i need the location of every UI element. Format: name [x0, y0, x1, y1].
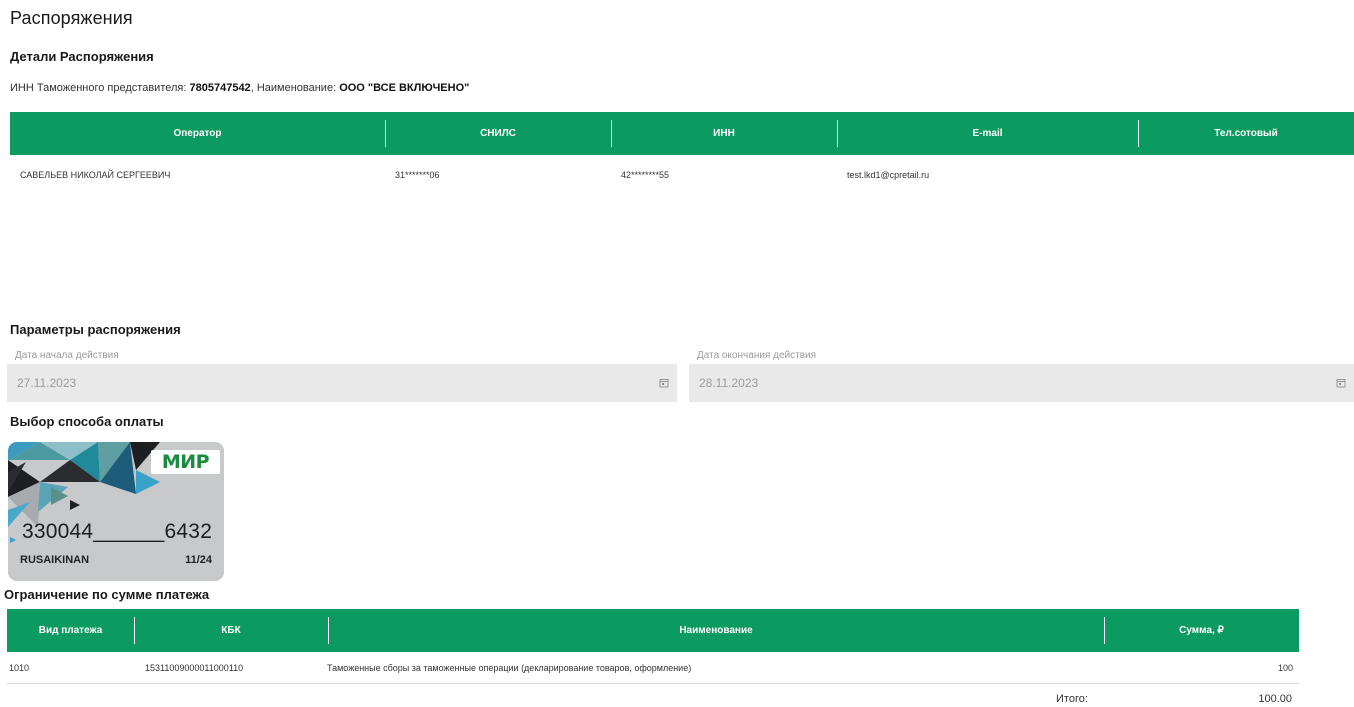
cell-email: test.lkd1@cpretail.ru [847, 170, 930, 180]
inn-value: 7805747542 [189, 82, 251, 94]
limits-table: Вид платежа КБК Наименование Сумма, ₽ 10… [7, 609, 1299, 684]
header-amount: Сумма, ₽ [1104, 609, 1299, 652]
start-date-field[interactable] [7, 364, 677, 402]
card-expiry: 11/24 [185, 554, 212, 566]
header-name: Наименование [328, 609, 1104, 652]
calendar-icon[interactable] [1336, 378, 1346, 388]
cell-inn: 42********55 [621, 170, 670, 180]
params-title: Параметры распоряжения [10, 322, 181, 337]
limits-title: Ограничение по сумме платежа [4, 587, 210, 602]
header-phone: Тел.сотовый [1138, 112, 1354, 155]
cell-phone [1138, 170, 1354, 180]
header-inn: ИНН [611, 112, 837, 155]
cell-name: Таможенные сборы за таможенные операции … [327, 662, 692, 673]
header-email: E-mail [837, 112, 1138, 155]
payment-title: Выбор способа оплаты [10, 414, 164, 429]
cell-operator: САВЕЛЬЕВ НИКОЛАЙ СЕРГЕЕВИЧ [20, 170, 171, 180]
table-row[interactable]: САВЕЛЬЕВ НИКОЛАЙ СЕРГЕЕВИЧ 31*******06 4… [10, 170, 1354, 180]
end-date-label: Дата окончания действия [697, 350, 817, 361]
representative-info: ИНН Таможенного представителя: 780574754… [10, 82, 470, 94]
cell-kbk: 15311009000011000110 [145, 662, 244, 673]
total-label: Итого: [1056, 693, 1088, 705]
mir-logo: МИР [151, 450, 220, 474]
table-row[interactable]: 1010 15311009000011000110 Таможенные сбо… [7, 652, 1299, 684]
header-operator: Оператор [173, 128, 222, 139]
start-date-input[interactable] [15, 375, 219, 391]
header-payment-type: Вид платежа [38, 625, 103, 636]
cell-snils: 31*******06 [395, 170, 440, 180]
operators-table-header: Оператор СНИЛС ИНН E-mail Тел.сотовый [10, 112, 1354, 155]
name-value: ООО "ВСЕ ВКЛЮЧЕНО" [339, 82, 470, 94]
end-date-field[interactable] [689, 364, 1354, 402]
inn-label: ИНН Таможенного представителя: [10, 82, 187, 94]
mir-card[interactable]: МИР 330044______6432 RUSAIKINAN 11/24 [8, 442, 224, 581]
card-holder: RUSAIKINAN [20, 554, 90, 566]
cell-amount: 100 [1277, 662, 1293, 673]
total-value: 100.00 [1258, 693, 1292, 705]
cell-payment-type: 1010 [9, 662, 30, 673]
header-kbk: КБК [134, 609, 328, 652]
name-label: Наименование: [256, 82, 337, 94]
card-number: 330044______6432 [22, 520, 213, 543]
end-date-input[interactable] [697, 375, 901, 391]
page-title: Распоряжения [10, 8, 133, 28]
start-date-label: Дата начала действия [15, 350, 119, 361]
header-snils: СНИЛС [385, 112, 611, 155]
calendar-icon[interactable] [659, 378, 669, 388]
details-title: Детали Распоряжения [10, 49, 154, 64]
limits-table-header: Вид платежа КБК Наименование Сумма, ₽ [7, 609, 1299, 652]
operators-table: Оператор СНИЛС ИНН E-mail Тел.сотовый СА… [10, 112, 1354, 180]
